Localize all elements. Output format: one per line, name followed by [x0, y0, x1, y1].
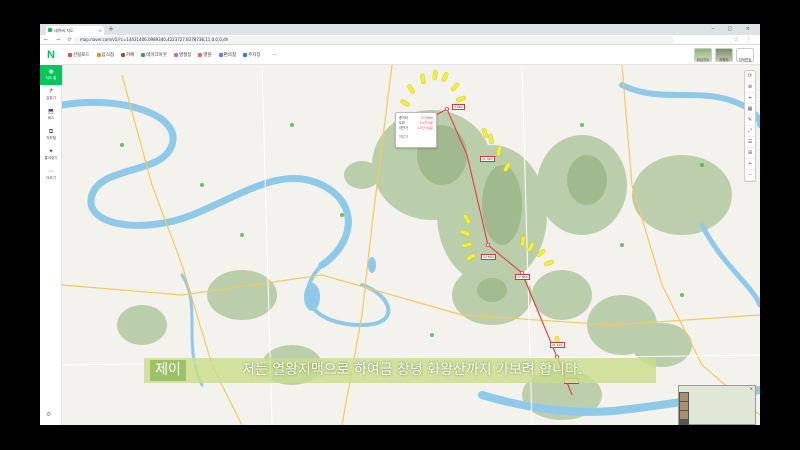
- map-tool-icon-1[interactable]: ⊕: [745, 82, 755, 93]
- map-tool-icon-7[interactable]: ⊞: [745, 148, 755, 159]
- category-label: 편의점: [223, 53, 237, 58]
- layer-satellite-button[interactable]: 위성지도: [694, 48, 712, 62]
- directions-icon: ↱: [48, 88, 54, 95]
- category-7[interactable]: 주차장: [243, 52, 261, 58]
- category-label: 카페: [125, 53, 135, 58]
- measure-row-bike: 자전거 1시간 51분: [399, 126, 433, 131]
- measure-key: 자전거: [399, 126, 408, 130]
- category-label: 주차장: [248, 53, 261, 58]
- sidebar-item-home[interactable]: ◉ 지도 홈: [40, 65, 62, 85]
- thumbnail[interactable]: [680, 393, 688, 401]
- category-icon: [120, 53, 125, 57]
- sidebar-item-more[interactable]: ⋯ 더보기: [40, 165, 62, 185]
- distance-label: 11.3km: [480, 156, 496, 162]
- sidebar-item-subway[interactable]: ⧉ 지하철: [40, 125, 62, 145]
- layer-buttons: 위성지도 지형도 지적편집: [694, 48, 754, 62]
- naver-favicon-icon: [48, 28, 52, 32]
- settings-icon[interactable]: ⚙: [46, 411, 51, 419]
- category-icon: [267, 53, 272, 57]
- category-icon: [68, 53, 72, 57]
- left-sidebar: ◉ 지도 홈 ↱ 길찾기 ⬒ 버스 ⧉ 지하철 ✦ 즐겨찾기 ⋯ 더보기 ⚙: [40, 65, 62, 425]
- category-icon: [198, 53, 203, 57]
- category-8[interactable]: ···: [267, 52, 277, 58]
- sidebar-item-label: 버스: [47, 116, 55, 120]
- minimap-close-icon[interactable]: ×: [750, 386, 753, 391]
- category-icon: [218, 53, 223, 57]
- category-0[interactable]: 산림로드: [68, 52, 90, 58]
- category-icon: [173, 53, 178, 57]
- layer-cadastral-button[interactable]: 지적편집: [736, 48, 754, 62]
- sidebar-item-bus[interactable]: ⬒ 버스: [40, 105, 62, 125]
- sidebar-item-label: 더보기: [46, 176, 56, 180]
- subtitle-text: 저는 열왕지맥으로 하여금 창녕 화왕산까지 가보려 합니다.: [242, 362, 583, 378]
- distance-label: 3.6km: [452, 104, 466, 110]
- category-label: 산림로드: [73, 53, 90, 58]
- layer-terrain-button[interactable]: 지형도: [715, 48, 733, 62]
- subway-icon: ⧉: [48, 128, 54, 135]
- map-tool-icon-6[interactable]: ☰: [745, 137, 755, 148]
- right-toolbar: ⟳ ⊕ ⌖ ▦ ✎ ⤢ ☰ ⊞ + −: [744, 70, 756, 182]
- nav-buttons[interactable]: ← → ⟳: [44, 36, 75, 44]
- naver-logo[interactable]: N: [40, 45, 62, 65]
- url-field[interactable]: map.naver.com/v5/?c=14431406.0989340,422…: [74, 36, 674, 44]
- category-label: 명절장: [178, 53, 192, 58]
- category-2[interactable]: 카페: [120, 52, 135, 58]
- category-label: 병원: [203, 53, 212, 58]
- map-tool-icon-0[interactable]: ⟳: [745, 71, 755, 82]
- measure-value: 1시간 51분: [417, 126, 433, 130]
- map-tool-icon-3[interactable]: ▦: [745, 104, 755, 115]
- category-label: 음식점: [101, 53, 114, 58]
- sidebar-item-favorites[interactable]: ✦ 즐겨찾기: [40, 145, 62, 165]
- location-pin-icon: ◉: [48, 68, 54, 75]
- sidebar-item-directions[interactable]: ↱ 길찾기: [40, 85, 62, 105]
- category-3[interactable]: 테이크아웃: [141, 52, 167, 58]
- map-header: N 산림로드 음식점 카페 테이크아웃 명절장 병원 편의점 주차장 ··· 위성지도 지형도 …: [40, 45, 760, 65]
- bus-icon: ⬒: [48, 108, 54, 115]
- measure-delete-button[interactable]: 지우기: [399, 134, 433, 139]
- map-tool-icon-4[interactable]: ✎: [745, 115, 755, 126]
- category-5[interactable]: 병원: [198, 52, 212, 58]
- category-icon: [141, 53, 146, 57]
- minimap-thumbnails: [679, 392, 689, 425]
- map-tool-icon-9[interactable]: −: [745, 170, 755, 181]
- more-icon: ⋯: [48, 168, 54, 175]
- category-icon: [96, 53, 101, 57]
- speaker-label: 제이: [150, 360, 186, 381]
- category-label: 테이크아웃: [146, 53, 167, 58]
- thumbnail[interactable]: [680, 402, 688, 410]
- sidebar-item-label: 즐겨찾기: [44, 156, 58, 160]
- category-bar: 산림로드 음식점 카페 테이크아웃 명절장 병원 편의점 주차장 ···: [68, 45, 277, 65]
- sidebar-item-label: 지도 홈: [45, 76, 57, 80]
- distance-label: 17.8km: [515, 274, 531, 280]
- category-label: ···: [272, 52, 277, 58]
- thumbnail[interactable]: [680, 411, 688, 419]
- sidebar-item-label: 지하철: [46, 136, 56, 140]
- sidebar-item-label: 길찾기: [46, 96, 56, 100]
- category-icon: [243, 53, 248, 57]
- window-controls[interactable]: – ▢ ×: [711, 24, 756, 34]
- category-6[interactable]: 편의점: [218, 52, 237, 58]
- tab-bar: 네이버 지도 × + – ▢ ×: [40, 24, 760, 35]
- address-bar-row: ← → ⟳ map.naver.com/v5/?c=14431406.09893…: [40, 35, 760, 45]
- distance-label: 14.5km: [481, 254, 497, 260]
- star-icon: ✦: [48, 148, 54, 155]
- map-tool-icon-5[interactable]: ⤢: [745, 126, 755, 137]
- tab-title: 네이버 지도: [54, 28, 74, 33]
- subtitle-bar: 제이 저는 열왕지맥으로 하여금 창녕 화왕산까지 가보려 합니다.: [144, 358, 656, 383]
- distance-label: 21.1km: [550, 342, 566, 348]
- browser-tab[interactable]: 네이버 지도 ×: [46, 26, 104, 35]
- measure-popup: 총거리 27.9km 도보 7시간 0분 자전거 1시간 51분 지우기: [395, 112, 437, 148]
- browser-menu-icons[interactable]: ☆ ⋮: [734, 36, 754, 44]
- category-1[interactable]: 음식점: [96, 52, 114, 58]
- minimap[interactable]: ×: [678, 385, 756, 425]
- category-4[interactable]: 명절장: [173, 52, 192, 58]
- map-tool-icon-8[interactable]: +: [745, 159, 755, 170]
- map-tool-icon-2[interactable]: ⌖: [745, 93, 755, 104]
- tab-close-icon[interactable]: ×: [99, 26, 102, 35]
- new-tab-button[interactable]: +: [108, 25, 114, 34]
